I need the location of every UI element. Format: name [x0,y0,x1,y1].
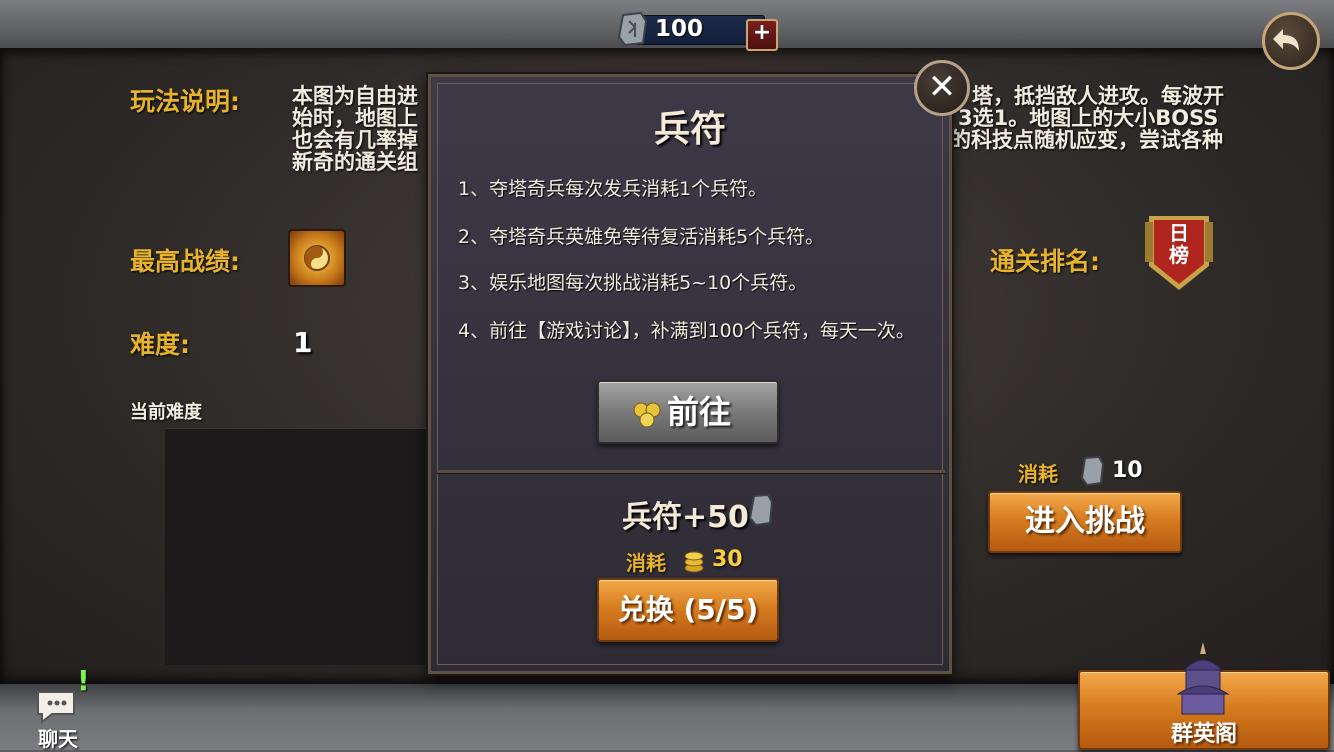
exchange-reward-text: 兵符+50 [622,500,749,535]
yin-yang-icon [304,245,330,271]
rank-badge-text-line1: 日 [1169,221,1189,245]
back-button[interactable] [1262,12,1320,70]
go-button-label: 前往 [667,393,732,431]
currency-value: 100 [655,16,704,42]
rank-badge-text-line2: 榜 [1169,243,1189,267]
exchange-cost-value: 30 [712,547,743,572]
back-arrow-icon [1273,29,1299,51]
rules-text-line1-right: 塔，抵挡敌人进攻。每波开 [972,84,1224,108]
enter-challenge-button[interactable]: 进入挑战 [988,491,1182,553]
rules-label: 玩法说明: [130,87,240,116]
rules-text-line2-right: 3选1。地图上的大小BOSS [958,106,1219,130]
go-to-discussion-button[interactable]: 前往 [597,380,779,444]
exchange-button[interactable]: 兑换 (5/5) [597,578,779,642]
add-currency-button[interactable]: + [746,19,778,51]
rank-label: 通关排名: [990,247,1100,276]
dialog-rule-4: 4、前往【游戏讨论】，补满到100个兵符，每天一次。 [458,320,915,342]
dialog-rule-2: 2、夺塔奇兵英雄免等待复活消耗5个兵符。 [458,226,825,248]
best-record-emblem [288,229,346,287]
current-difficulty-label: 当前难度 [130,402,202,423]
pagoda-building-icon [1176,642,1230,715]
challenge-cost-label: 消耗 [1018,462,1058,486]
challenge-cost-value: 10 [1112,458,1143,483]
best-record-label: 最高战绩: [130,247,240,276]
chat-label[interactable]: 聊天 [38,723,78,752]
dialog-divider [437,470,945,473]
rules-text-line3-right: 的科技点随机应变，尝试各种 [950,128,1223,152]
difficulty-label: 难度: [130,330,190,359]
difficulty-list-panel[interactable] [165,428,435,665]
hero-hall-label: 群英阁 [1170,722,1237,747]
difficulty-value: 1 [293,326,313,359]
token-icon [617,11,648,47]
rules-text-line1: 本图为自由进 [292,84,418,108]
chat-icon[interactable] [34,688,92,728]
dialog-rule-1: 1、夺塔奇兵每次发兵消耗1个兵符。 [458,178,768,200]
rules-text-line4: 新奇的通关组 [292,150,418,174]
rules-text-line3: 也会有几率掉 [292,128,418,152]
token-icon [748,494,774,526]
dialog-title: 兵符 [653,109,726,150]
gold-coin-stack-icon [684,551,704,573]
exchange-cost-label: 消耗 [626,551,666,575]
dialog-rule-3: 3、娱乐地图每次挑战消耗5~10个兵符。 [458,272,808,294]
token-icon [1080,456,1104,486]
token-currency-display: 100 + [615,11,778,51]
close-dialog-button[interactable]: ✕ [914,60,970,116]
gold-coins-icon [633,402,661,428]
rules-text-line2: 始时，地图上 [292,106,418,130]
rank-badge-text: 日 榜 [1143,222,1215,266]
